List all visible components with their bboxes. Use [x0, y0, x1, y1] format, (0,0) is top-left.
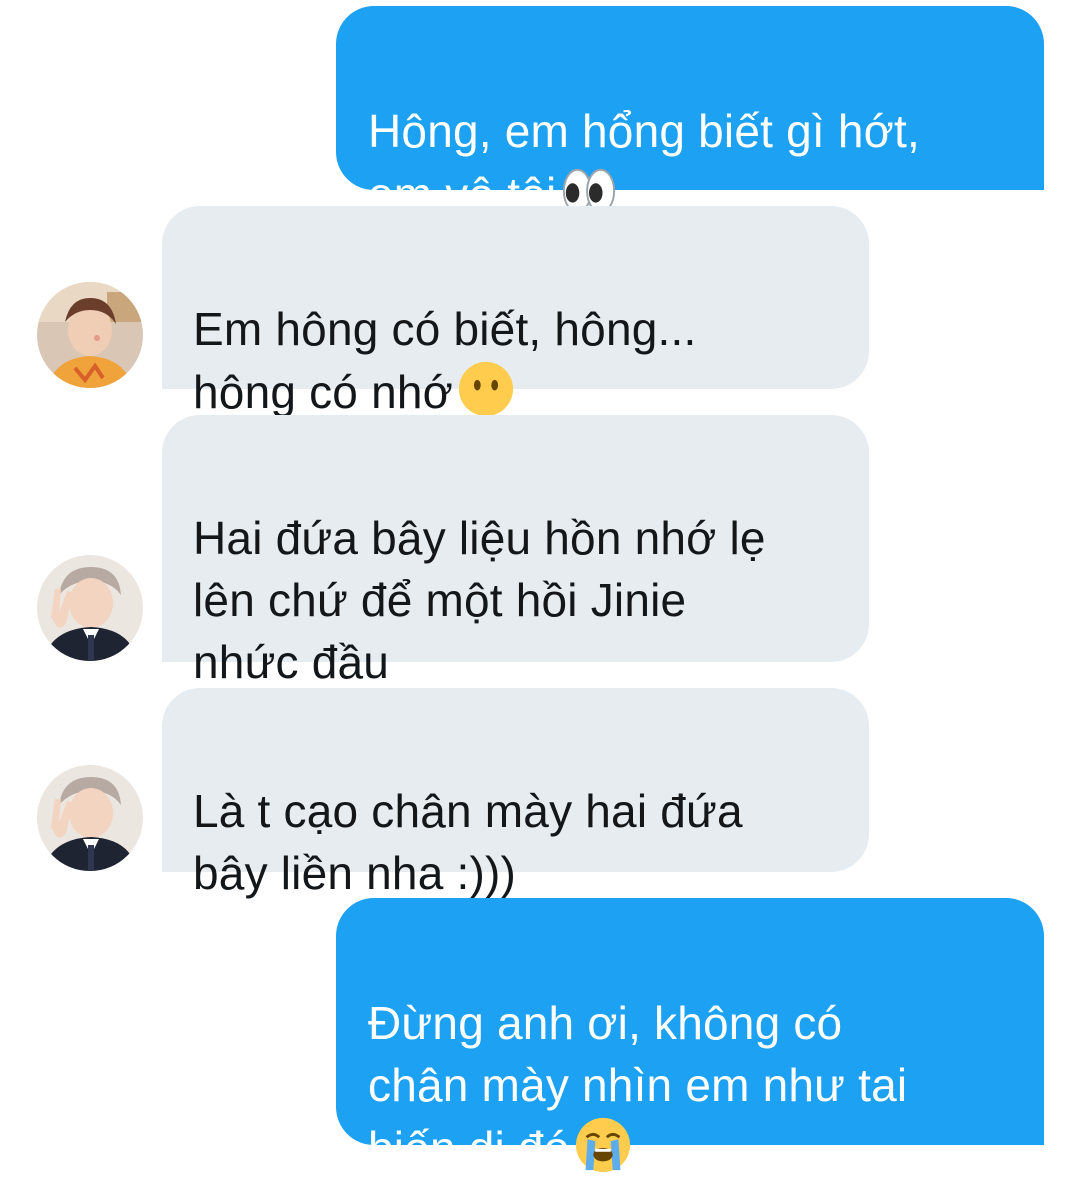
avatar-suit-peace-sign-icon	[37, 765, 143, 871]
chat-thread: Hông, em hổng biết gì hớt, em vô tội Em …	[0, 0, 1080, 1174]
avatar[interactable]	[37, 282, 143, 388]
incoming-message-bubble[interactable]: Là t cạo chân mày hai đứa bây liền nha :…	[162, 688, 869, 899]
message-text: Em hông có biết, hông... hông có nhớ	[193, 303, 697, 418]
no-mouth-face-emoji-icon	[458, 361, 514, 417]
incoming-message-bubble[interactable]: Hai đứa bây liệu hồn nhớ lẹ lên chứ để m…	[162, 415, 869, 688]
avatar-suit-peace-sign-icon	[37, 555, 143, 661]
avatar[interactable]	[37, 765, 143, 871]
incoming-message-bubble[interactable]: Em hông có biết, hông... hông có nhớ	[162, 206, 869, 418]
avatar[interactable]	[37, 555, 143, 661]
message-text: Hông, em hổng biết gì hớt, em vô tội	[368, 105, 920, 220]
message-text: Đừng anh ơi, không có chân mày nhìn em n…	[368, 997, 908, 1174]
message-text: Là t cạo chân mày hai đứa bây liền nha :…	[193, 785, 743, 899]
message-text: Hai đứa bây liệu hồn nhớ lẹ lên chứ để m…	[193, 512, 766, 688]
outgoing-message-bubble[interactable]: Đừng anh ơi, không có chân mày nhìn em n…	[336, 898, 1044, 1174]
avatar-orange-shirt-icon	[37, 282, 143, 388]
outgoing-message-bubble[interactable]: Hông, em hổng biết gì hớt, em vô tội	[336, 6, 1044, 220]
loudly-crying-face-emoji-icon	[575, 1117, 630, 1173]
